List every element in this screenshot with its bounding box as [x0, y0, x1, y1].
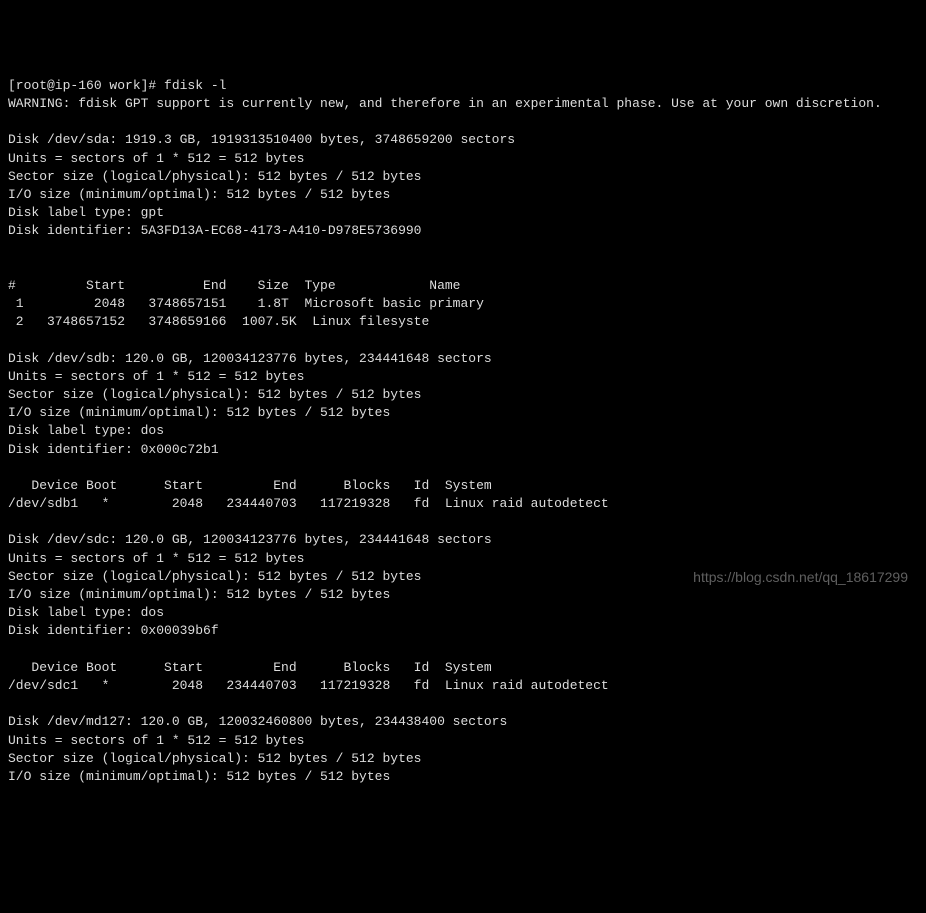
disk-md127-header: Disk /dev/md127: 120.0 GB, 120032460800 …	[8, 714, 507, 729]
disk-sda-header: Disk /dev/sda: 1919.3 GB, 1919313510400 …	[8, 132, 515, 147]
disk-sdb-sector: Sector size (logical/physical): 512 byte…	[8, 387, 421, 402]
sdc-partition-1: /dev/sdc1 * 2048 234440703 117219328 fd …	[8, 678, 609, 693]
disk-sda-id: Disk identifier: 5A3FD13A-EC68-4173-A410…	[8, 223, 421, 238]
disk-sdb-io: I/O size (minimum/optimal): 512 bytes / …	[8, 405, 390, 420]
sdb-table-header: Device Boot Start End Blocks Id System	[8, 478, 492, 493]
sda-partition-1: 1 2048 3748657151 1.8T Microsoft basic p…	[8, 296, 484, 311]
disk-sdc-units: Units = sectors of 1 * 512 = 512 bytes	[8, 551, 304, 566]
disk-sdb-header: Disk /dev/sdb: 120.0 GB, 120034123776 by…	[8, 351, 492, 366]
disk-sdb-units: Units = sectors of 1 * 512 = 512 bytes	[8, 369, 304, 384]
disk-sdb-id: Disk identifier: 0x000c72b1	[8, 442, 219, 457]
disk-sdc-io: I/O size (minimum/optimal): 512 bytes / …	[8, 587, 390, 602]
disk-sda-label: Disk label type: gpt	[8, 205, 164, 220]
warning-line: WARNING: fdisk GPT support is currently …	[8, 96, 882, 111]
sdb-partition-1: /dev/sdb1 * 2048 234440703 117219328 fd …	[8, 496, 609, 511]
disk-sdb-label: Disk label type: dos	[8, 423, 164, 438]
shell-prompt: [root@ip-160 work]#	[8, 78, 164, 93]
command-input[interactable]: fdisk -l	[164, 78, 226, 93]
sdc-table-header: Device Boot Start End Blocks Id System	[8, 660, 492, 675]
disk-sdc-header: Disk /dev/sdc: 120.0 GB, 120034123776 by…	[8, 532, 492, 547]
disk-sda-units: Units = sectors of 1 * 512 = 512 bytes	[8, 151, 304, 166]
disk-sdc-label: Disk label type: dos	[8, 605, 164, 620]
disk-sda-io: I/O size (minimum/optimal): 512 bytes / …	[8, 187, 390, 202]
disk-md127-sector: Sector size (logical/physical): 512 byte…	[8, 751, 421, 766]
disk-sdc-sector: Sector size (logical/physical): 512 byte…	[8, 569, 421, 584]
sda-partition-2: 2 3748657152 3748659166 1007.5K Linux fi…	[8, 314, 429, 329]
sda-table-header: # Start End Size Type Name	[8, 278, 460, 293]
disk-sdc-id: Disk identifier: 0x00039b6f	[8, 623, 219, 638]
disk-sda-sector: Sector size (logical/physical): 512 byte…	[8, 169, 421, 184]
disk-md127-units: Units = sectors of 1 * 512 = 512 bytes	[8, 733, 304, 748]
disk-md127-io: I/O size (minimum/optimal): 512 bytes / …	[8, 769, 390, 784]
terminal-output: [root@ip-160 work]# fdisk -l WARNING: fd…	[8, 77, 918, 786]
watermark-text: https://blog.csdn.net/qq_18617299	[693, 568, 908, 588]
